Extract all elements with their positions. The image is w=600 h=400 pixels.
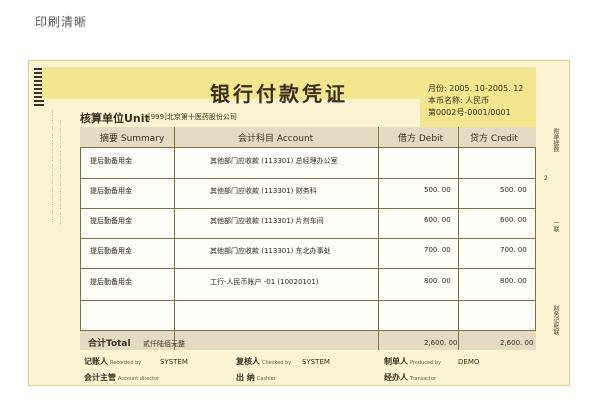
checked-by-value: SYSTEM: [302, 358, 330, 366]
header-account: 会计科目 Account: [238, 134, 314, 144]
recorded-by-value: SYSTEM: [160, 358, 188, 366]
row-credit: 500. 00: [500, 186, 527, 194]
row-debit: 700. 00: [424, 246, 451, 254]
row-divider: [80, 178, 536, 179]
currency-name: 本币名称: 人民币: [428, 96, 490, 105]
row-debit: 500. 00: [424, 186, 451, 194]
header-debit: 借方 Debit: [398, 134, 444, 144]
voucher-number: 第0002号-0001/0001: [428, 108, 511, 117]
copy-number-label: 一联: [552, 220, 559, 232]
month-range: 月份: 2005. 10-2005. 12: [428, 84, 524, 93]
produced-by-value: DEMO: [458, 358, 480, 366]
attachment-label: 附单据数: [552, 128, 559, 152]
row-account: 其他部门应收款 (113301) 片剂车间: [210, 217, 324, 225]
voucher-title: 银行付款凭证: [210, 82, 348, 106]
page-caption: 印刷清晰: [35, 15, 88, 29]
row-account: 其他部门应收款 (113301) 东北办事处: [210, 247, 331, 255]
row-debit: 800. 00: [424, 277, 451, 285]
row-debit: 600. 00: [424, 216, 451, 224]
row-divider: [80, 238, 536, 239]
header-credit: 贷方 Credit: [470, 134, 518, 144]
account-unit-label: 核算单位Unit: [80, 112, 150, 125]
footer-divider-cover: [175, 331, 378, 349]
row-summary: 提后勤备用金: [90, 157, 132, 165]
total-debit: 2,600. 00: [424, 339, 458, 347]
row-divider: [80, 208, 536, 209]
copy-purpose-label: 财务记账联: [552, 305, 559, 335]
left-edge-print-1: ··· ··· ··· ··· ··· ··· ··· ··· ··· ··· …: [48, 110, 54, 223]
row-account: 其他部门应收款 (113301) 财务科: [210, 187, 317, 195]
account-director-label: 会计主管 Account director: [84, 373, 160, 382]
transactor-label: 经办人 Transactor: [384, 373, 437, 382]
total-credit: 2,600. 00: [500, 339, 534, 347]
cashier-label: 出 纳 Cashier: [236, 373, 276, 382]
left-edge-print-2: ··· ··· ··· ··· ··· ··· ··· ··· ··· ··· …: [56, 120, 62, 225]
total-in-words: 贰仟陆佰元整: [143, 340, 185, 348]
total-label: 合计Total: [88, 339, 131, 349]
row-credit: 600. 00: [500, 216, 527, 224]
attachment-count: 2: [544, 175, 548, 182]
row-credit: 700. 00: [500, 246, 527, 254]
checked-by-label: 复核人 Checked by: [236, 357, 292, 366]
row-summary: 提后勤备用金: [90, 217, 132, 225]
header-summary: 摘要 Summary: [100, 134, 165, 144]
row-summary: 提后勤备用金: [90, 247, 132, 255]
row-account: 工行-人民币账户 -01 (10020101): [210, 278, 319, 286]
produced-by-label: 制单人 Produced by: [384, 357, 441, 366]
row-credit: 800. 00: [500, 277, 527, 285]
row-account: 其他部门应收款 (113301) 总经理办公室: [210, 157, 338, 165]
row-summary: 提后勤备用金: [90, 278, 132, 286]
row-divider: [80, 300, 536, 301]
row-summary: 提后勤备用金: [90, 187, 132, 195]
account-unit-value: [999]北京第十医药股份公司: [148, 113, 237, 121]
row-divider: [80, 268, 536, 269]
recorded-by-label: 记账人 Recorded by: [84, 357, 142, 366]
